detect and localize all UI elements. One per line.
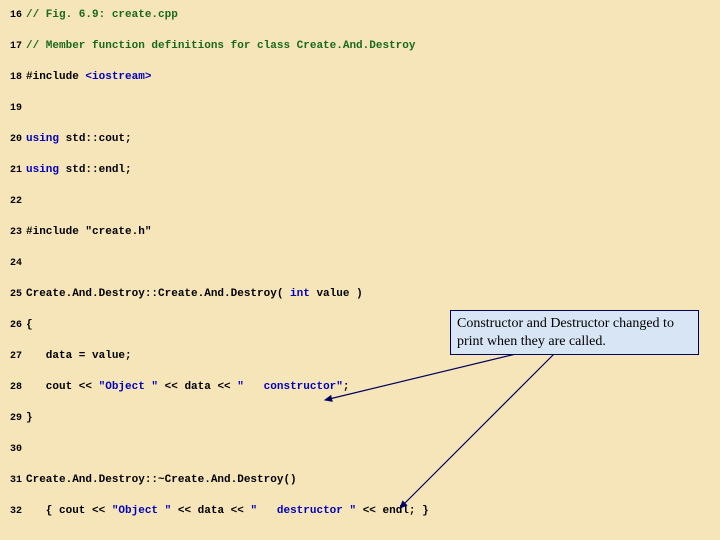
line-number: 19	[0, 93, 26, 124]
line-number: 20	[0, 124, 26, 155]
line-number: 21	[0, 155, 26, 186]
line-number: 27	[0, 341, 26, 372]
code-line: 16// Fig. 6.9: create.cpp	[0, 0, 720, 31]
code-line: 19	[0, 93, 720, 124]
line-number: 26	[0, 310, 26, 341]
code-line: 24	[0, 248, 720, 279]
code-content: // Member function definitions for class…	[26, 31, 415, 62]
line-number: 22	[0, 186, 26, 217]
code-content: Create.And.Destroy::~Create.And.Destroy(…	[26, 465, 297, 496]
code-content: {	[26, 310, 33, 341]
code-content: // Fig. 6.9: create.cpp	[26, 0, 178, 31]
code-line: 30	[0, 434, 720, 465]
code-content: using std::endl;	[26, 155, 132, 186]
line-number: 23	[0, 217, 26, 248]
code-line: 25Create.And.Destroy::Create.And.Destroy…	[0, 279, 720, 310]
code-content: }	[26, 403, 33, 434]
code-line: 18#include <iostream>	[0, 62, 720, 93]
line-number: 17	[0, 31, 26, 62]
line-number: 30	[0, 434, 26, 465]
code-line: 32 { cout << "Object " << data << " dest…	[0, 496, 720, 527]
code-content: { cout << "Object " << data << " destruc…	[26, 496, 429, 527]
code-line: 31Create.And.Destroy::~Create.And.Destro…	[0, 465, 720, 496]
line-number: 25	[0, 279, 26, 310]
line-number: 32	[0, 496, 26, 527]
code-content: #include "create.h"	[26, 217, 151, 248]
line-number: 29	[0, 403, 26, 434]
code-line: 21using std::endl;	[0, 155, 720, 186]
line-number: 28	[0, 372, 26, 403]
code-content: cout << "Object " << data << " construct…	[26, 372, 350, 403]
code-content: using std::cout;	[26, 124, 132, 155]
code-line: 20using std::cout;	[0, 124, 720, 155]
code-line: 29}	[0, 403, 720, 434]
code-content: #include <iostream>	[26, 62, 151, 93]
line-number: 31	[0, 465, 26, 496]
code-line: 22	[0, 186, 720, 217]
callout-text: Constructor and Destructor changed to pr…	[457, 316, 674, 349]
code-line: 23#include "create.h"	[0, 217, 720, 248]
line-number: 18	[0, 62, 26, 93]
line-number: 16	[0, 0, 26, 31]
code-listing: 16// Fig. 6.9: create.cpp17// Member fun…	[0, 0, 720, 527]
line-number: 24	[0, 248, 26, 279]
code-content: Create.And.Destroy::Create.And.Destroy( …	[26, 279, 363, 310]
code-line: 28 cout << "Object " << data << " constr…	[0, 372, 720, 403]
code-line: 17// Member function definitions for cla…	[0, 31, 720, 62]
code-content: data = value;	[26, 341, 132, 372]
annotation-callout: Constructor and Destructor changed to pr…	[450, 310, 699, 355]
